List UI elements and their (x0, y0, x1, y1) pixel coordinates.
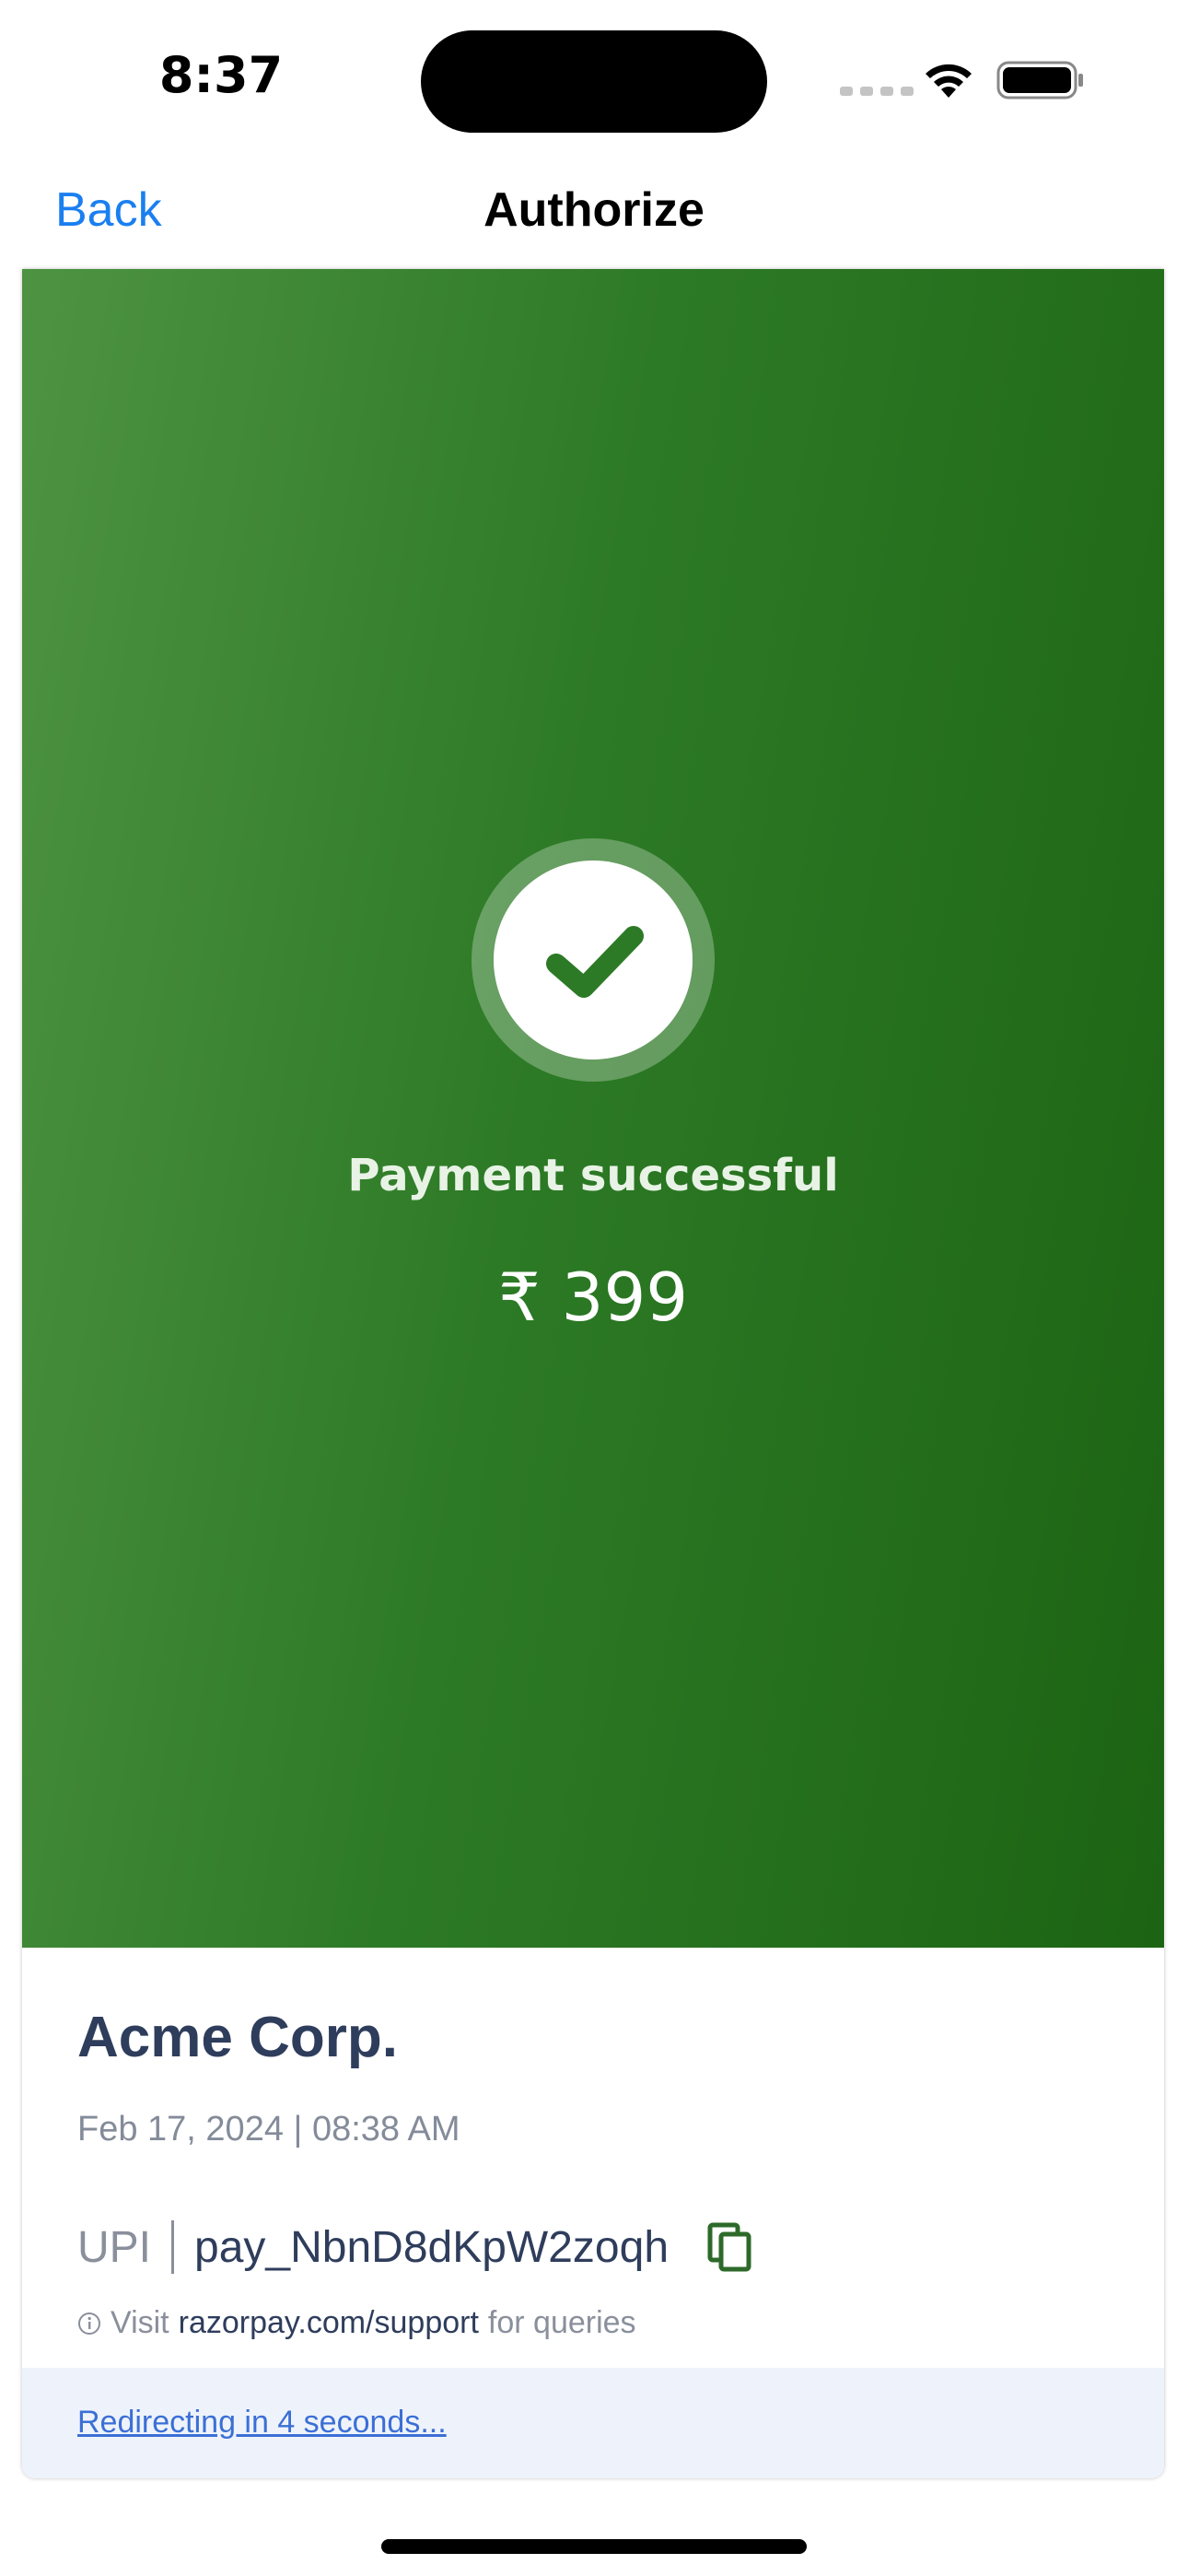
payment-method-row: UPI pay_NbnD8dKpW2zoqh (77, 2215, 754, 2279)
payment-status-text: Payment successful (347, 1150, 839, 1201)
dynamic-island (421, 30, 767, 133)
copy-icon[interactable] (706, 2221, 754, 2273)
support-suffix: for queries (487, 2305, 636, 2340)
support-link[interactable]: razorpay.com/support (179, 2305, 479, 2341)
battery-icon (996, 61, 1083, 100)
redirect-link[interactable]: Redirecting in 4 seconds... (77, 2405, 447, 2441)
cellular-signal-icon (840, 87, 914, 96)
success-circle (494, 861, 693, 1060)
check-icon (546, 926, 644, 998)
redirect-bar: Redirecting in 4 seconds... (22, 2368, 1164, 2478)
success-badge (472, 838, 715, 1082)
payment-details: Acme Corp. Feb 17, 2024 | 08:38 AM UPI p… (22, 1948, 1164, 2368)
screen: 8:37 Back Authorize Payment successful ₹… (0, 0, 1188, 2576)
transaction-datetime: Feb 17, 2024 | 08:38 AM (77, 2110, 460, 2149)
payment-amount: ₹ 399 (497, 1259, 689, 1336)
payment-id: pay_NbnD8dKpW2zoqh (194, 2222, 670, 2272)
payment-card: Payment successful ₹ 399 Acme Corp. Feb … (22, 269, 1164, 2478)
navigation-bar: Back Authorize (0, 157, 1188, 267)
home-indicator[interactable] (381, 2539, 807, 2554)
support-prefix: Visit (111, 2305, 169, 2340)
status-time: 8:37 (158, 46, 284, 104)
wifi-icon (926, 64, 972, 98)
info-icon (78, 2312, 100, 2335)
success-banner: Payment successful ₹ 399 (22, 269, 1164, 1948)
divider (171, 2220, 175, 2274)
support-info: Visit razorpay.com/support for queries (77, 2305, 636, 2341)
payment-method-label: UPI (77, 2222, 152, 2272)
merchant-name: Acme Corp. (77, 2006, 398, 2069)
page-title: Authorize (483, 183, 705, 237)
status-bar: 8:37 (0, 0, 1188, 157)
